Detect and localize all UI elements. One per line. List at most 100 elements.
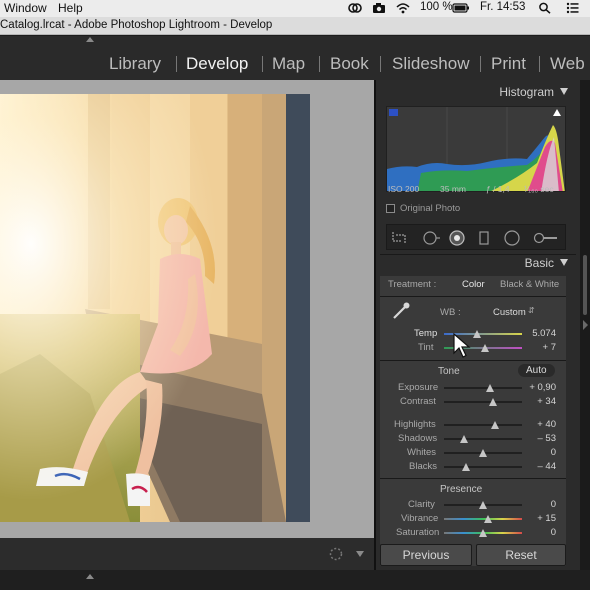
histogram-chart [387, 107, 565, 191]
photo-preview [0, 94, 310, 522]
exif-iso: ISO 200 [388, 184, 420, 194]
saturation-value[interactable]: 0 [520, 527, 556, 538]
vibrance-slider-knob[interactable] [483, 515, 492, 523]
tint-slider-knob[interactable] [481, 344, 490, 352]
wb-label: WB : [440, 307, 461, 318]
module-book[interactable]: Book [330, 54, 369, 74]
exposure-slider-knob[interactable] [486, 384, 495, 392]
menu-help[interactable]: Help [58, 1, 83, 15]
eyedropper-icon[interactable] [390, 300, 412, 322]
highlights-value[interactable]: + 40 [520, 419, 556, 430]
shadows-slider-knob[interactable] [459, 435, 468, 443]
search-icon[interactable] [538, 2, 552, 14]
module-separator [380, 56, 381, 72]
section-divider [380, 478, 566, 479]
crop-icon[interactable] [392, 231, 406, 245]
menu-list-icon[interactable] [566, 2, 580, 14]
clarity-slider-knob[interactable] [479, 501, 487, 509]
battery-percent: 100 % [420, 1, 453, 13]
radial-filter-icon[interactable] [504, 230, 520, 246]
temp-slider-knob[interactable] [472, 330, 481, 338]
original-photo-label: Original Photo [400, 203, 461, 214]
histogram-graph[interactable] [386, 106, 566, 192]
right-panel-scrollbar[interactable] [580, 80, 590, 570]
wb-select[interactable]: Custom [493, 307, 526, 318]
collapse-triangle-icon[interactable] [560, 88, 568, 95]
module-separator [319, 56, 320, 72]
treatment-color-option[interactable]: Color [462, 279, 485, 290]
blacks-slider-knob[interactable] [461, 463, 470, 471]
scrollbar-thumb[interactable] [583, 255, 587, 315]
camera-icon[interactable] [372, 2, 386, 14]
module-develop[interactable]: Develop [186, 54, 248, 74]
treatment-label: Treatment : [388, 279, 437, 290]
presence-label: Presence [440, 484, 483, 495]
blacks-slider[interactable] [444, 466, 522, 468]
contrast-slider-knob[interactable] [489, 398, 498, 406]
module-separator [539, 56, 540, 72]
reset-button[interactable]: Reset [476, 544, 566, 566]
treatment-bw-option[interactable]: Black & White [500, 279, 559, 290]
clarity-value[interactable]: 0 [520, 499, 556, 510]
shadows-slider[interactable] [444, 438, 522, 440]
previous-button[interactable]: Previous [380, 544, 472, 566]
contrast-label: Contrast [400, 396, 436, 407]
basic-panel: Treatment : Color Black & White WB : Cus… [380, 276, 566, 566]
basic-title: Basic [524, 256, 554, 270]
highlights-slider[interactable] [444, 424, 522, 426]
histogram-header[interactable]: Histogram [499, 85, 568, 99]
module-picker: Library Develop Map Book Slideshow Print… [0, 36, 590, 80]
temp-label: Temp [414, 328, 438, 339]
battery-icon[interactable] [452, 2, 470, 14]
exposure-slider[interactable] [444, 387, 522, 389]
module-web[interactable]: Web [550, 54, 585, 74]
clarity-label: Clarity [408, 499, 435, 510]
saturation-label: Saturation [396, 527, 440, 538]
shadows-value[interactable]: – 53 [520, 433, 557, 444]
contrast-slider[interactable] [444, 401, 522, 403]
basic-header[interactable]: Basic [525, 256, 568, 270]
adjustment-brush-icon[interactable] [533, 231, 559, 245]
spot-removal-icon[interactable] [423, 231, 441, 245]
module-print[interactable]: Print [491, 54, 526, 74]
wb-select-chevron-icon[interactable]: ⇵ [528, 306, 535, 315]
exif-focal-length: 35 mm [440, 184, 466, 194]
lightroom-window: Window Help 100 % Fr. 14:53 Catalog.lrca… [0, 0, 590, 590]
whites-value[interactable]: 0 [520, 447, 556, 458]
auto-tone-button[interactable]: Auto [518, 364, 555, 377]
collapse-triangle-icon[interactable] [560, 259, 568, 266]
tint-value[interactable]: + 7 [520, 342, 556, 353]
red-eye-icon[interactable] [449, 230, 465, 246]
saturation-slider-knob[interactable] [479, 529, 487, 537]
exposure-value[interactable]: + 0,90 [520, 382, 556, 393]
collapse-top-arrow-icon[interactable] [86, 37, 94, 42]
module-slideshow[interactable]: Slideshow [392, 54, 470, 74]
vibrance-value[interactable]: + 15 [520, 513, 556, 524]
exposure-label: Exposure [398, 382, 439, 393]
panel-divider [380, 254, 576, 255]
section-divider [380, 296, 566, 297]
contrast-value[interactable]: + 34 [520, 396, 556, 407]
section-divider [380, 360, 566, 361]
menu-window[interactable]: Window [4, 1, 47, 15]
loading-spinner-icon [329, 547, 343, 561]
module-map[interactable]: Map [272, 54, 305, 74]
creative-cloud-icon[interactable] [348, 2, 362, 14]
menu-clock[interactable]: Fr. 14:53 [480, 1, 525, 13]
toolbar-menu-arrow-icon[interactable] [356, 551, 364, 557]
expand-right-panel-arrow-icon[interactable] [583, 320, 588, 330]
show-filmstrip-arrow-icon[interactable] [86, 574, 94, 579]
shadows-label: Shadows [398, 433, 438, 444]
temp-value[interactable]: 5.074 [520, 328, 556, 339]
window-title: Catalog.lrcat - Adobe Photoshop Lightroo… [0, 19, 273, 31]
wifi-icon[interactable] [396, 2, 410, 14]
window-title-bar: Catalog.lrcat - Adobe Photoshop Lightroo… [0, 17, 590, 35]
highlights-slider-knob[interactable] [491, 421, 500, 429]
loupe-view[interactable] [0, 80, 374, 538]
module-library[interactable]: Library [109, 54, 161, 74]
module-separator [176, 56, 177, 72]
blacks-value[interactable]: – 44 [520, 461, 557, 472]
graduated-filter-icon[interactable] [477, 231, 491, 245]
original-photo-checkbox[interactable] [386, 204, 395, 213]
whites-slider-knob[interactable] [479, 449, 487, 457]
